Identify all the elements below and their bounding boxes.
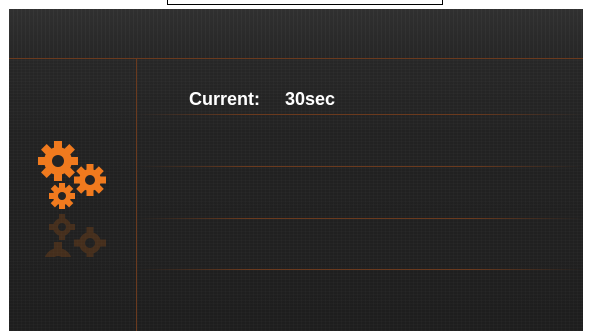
current-setting: Current: 30sec [189, 89, 335, 110]
gears-icon [33, 136, 113, 216]
current-value: 30sec [285, 89, 336, 109]
list-row-divider [137, 269, 583, 270]
settings-screen: Current: 30sec [9, 9, 583, 331]
vertical-divider [136, 59, 137, 331]
header-bar [9, 9, 583, 58]
screen-frame: Current: 30sec [0, 0, 589, 331]
top-caption-bar [167, 0, 443, 5]
current-label: Current: [189, 89, 260, 109]
list-row-divider [137, 166, 583, 167]
list-row-divider [137, 114, 583, 115]
list-row-divider [137, 218, 583, 219]
gears-reflection-icon [33, 207, 113, 257]
